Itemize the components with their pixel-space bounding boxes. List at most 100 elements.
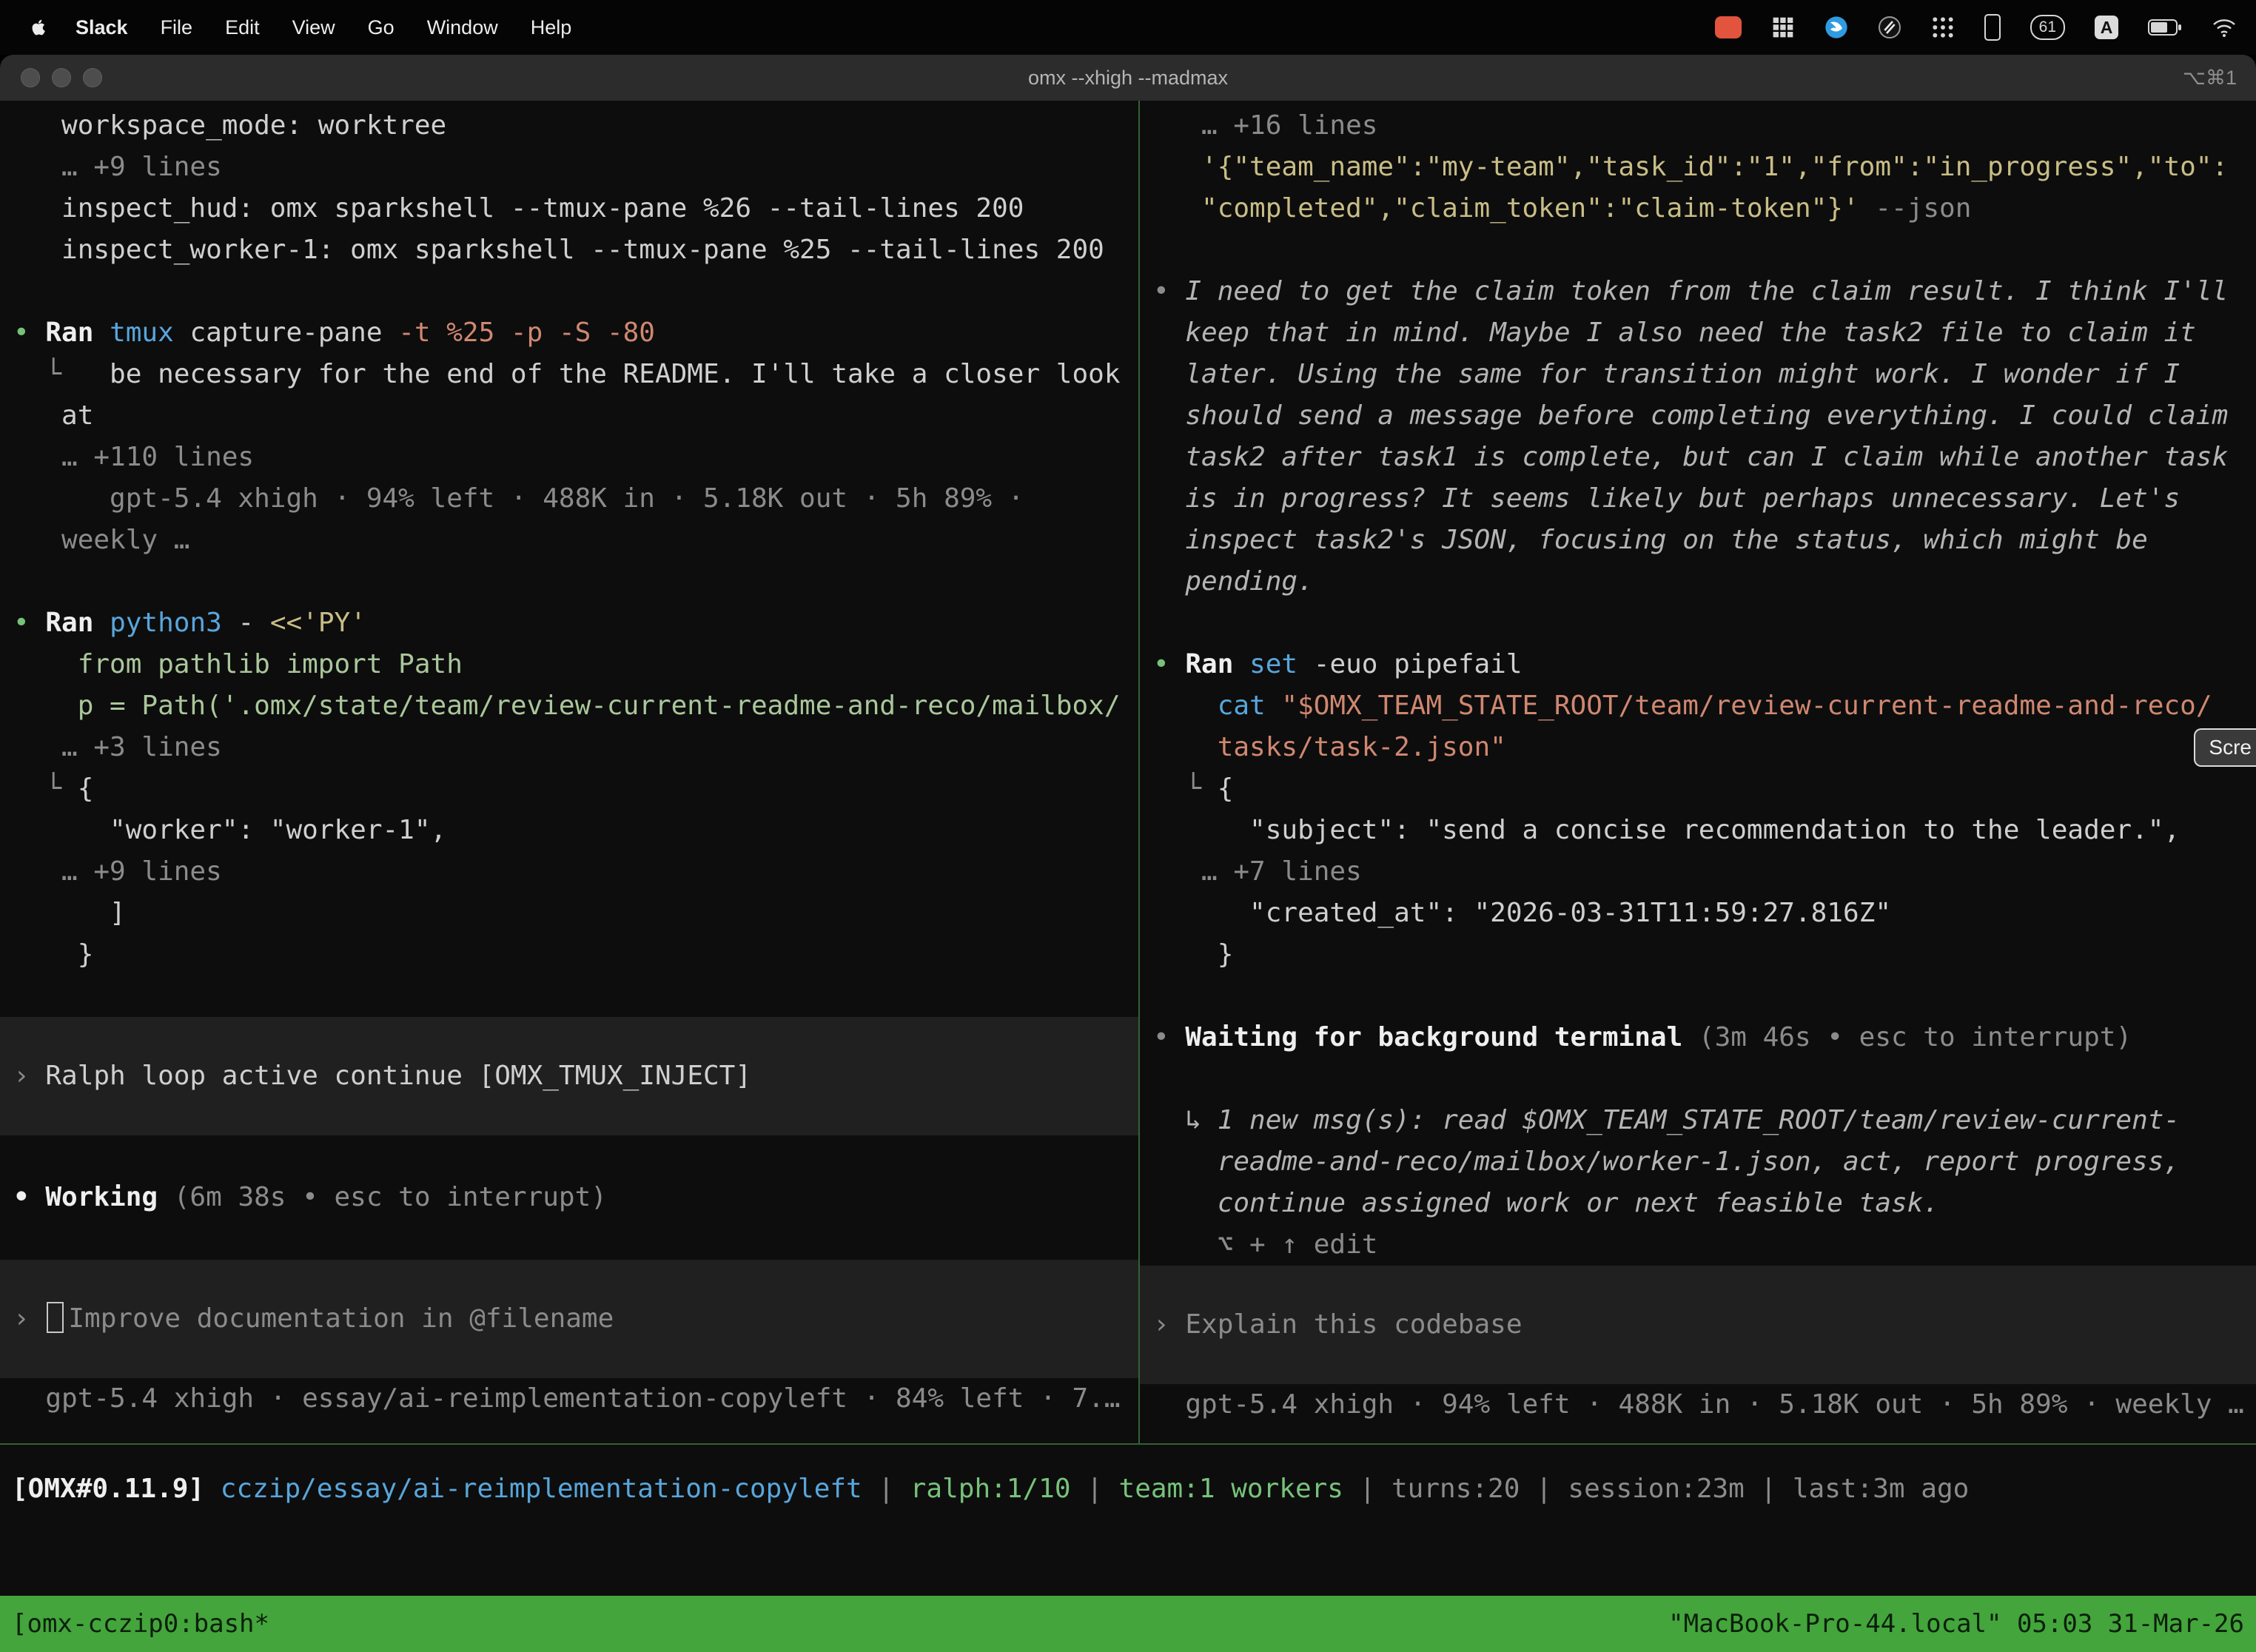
battery-percent-badge[interactable]: 61 <box>2030 15 2065 40</box>
menu-left: Slack FileEditViewGoWindowHelp <box>19 16 588 39</box>
terminal-line <box>13 976 1138 1017</box>
text-cursor <box>47 1302 64 1333</box>
menu-item-window[interactable]: Window <box>411 16 514 38</box>
menu-item-view[interactable]: View <box>276 16 352 38</box>
menu-item-go[interactable]: Go <box>352 16 411 38</box>
window-shortcut-hint: ⌥⌘1 <box>2183 67 2237 90</box>
terminal-line: … +3 lines <box>13 727 1138 768</box>
left-terminal-pane[interactable]: workspace_mode: worktree … +9 lines insp… <box>0 101 1138 1443</box>
terminal-line: └ { <box>1153 768 2256 810</box>
terminal-line: weekly … <box>13 520 1138 561</box>
terminal-line: p = Path('.omx/state/team/review-current… <box>13 685 1138 727</box>
menu-item-file[interactable]: File <box>144 16 209 38</box>
keyboard-grid-icon[interactable] <box>1771 16 1795 39</box>
terminal-line: … +9 lines <box>13 851 1138 893</box>
menu-items: FileEditViewGoWindowHelp <box>144 16 588 39</box>
terminal-line: } <box>13 934 1138 976</box>
dark-app-icon[interactable] <box>1878 16 1901 39</box>
screen-recording-indicator[interactable] <box>1715 16 1742 38</box>
terminal-line: › Explain this codebase <box>1153 1304 2256 1346</box>
menu-item-help[interactable]: Help <box>514 16 588 38</box>
wifi-icon[interactable] <box>2212 17 2237 38</box>
desktop: Slack FileEditViewGoWindowHelp 61 A <box>0 0 2256 1652</box>
terminal-line: keep that in mind. Maybe I also need the… <box>1153 312 2256 354</box>
terminal-line: tasks/task-2.json" <box>1153 727 2256 768</box>
terminal-line: workspace_mode: worktree <box>13 105 1138 147</box>
terminal-line: … +110 lines <box>13 437 1138 478</box>
terminal-line: • Ran python3 - <<'PY' <box>13 602 1138 644</box>
tmux-host-clock: "MacBook-Pro-44.local" 05:03 31-Mar-26 <box>1668 1603 2244 1645</box>
terminal-line <box>1153 602 2256 644</box>
terminal-line: … +9 lines <box>13 147 1138 188</box>
omx-status-line: [OMX#0.11.9] cczip/essay/ai-reimplementa… <box>0 1445 2256 1510</box>
terminal-line: from pathlib import Path <box>13 644 1138 685</box>
tmux-session-label[interactable]: [omx-cczip0:bash* <box>12 1603 269 1645</box>
terminal-line <box>1153 229 2256 271</box>
terminal-line: … +16 lines <box>1153 105 2256 147</box>
terminal-line <box>1153 976 2256 1017</box>
apple-menu-icon[interactable] <box>19 16 59 39</box>
terminal-line: • I need to get the claim token from the… <box>1153 271 2256 312</box>
ralph-loop-notice: › Ralph loop active continue [OMX_TMUX_I… <box>0 1017 1138 1135</box>
terminal-line: later. Using the same for transition mig… <box>1153 354 2256 395</box>
terminal-line: is in progress? It seems likely but perh… <box>1153 478 2256 520</box>
window-title-bar[interactable]: omx --xhigh --madmax ⌥⌘1 <box>0 55 2256 101</box>
menu-bar: Slack FileEditViewGoWindowHelp 61 A <box>0 0 2256 55</box>
terminal-window: omx --xhigh --madmax ⌥⌘1 workspace_mode:… <box>0 55 2256 1652</box>
terminal-line: task2 after task1 is complete, but can I… <box>1153 437 2256 478</box>
prompt-suggestion[interactable]: › Explain this codebase <box>1140 1266 2256 1384</box>
terminal-line: } <box>1153 934 2256 976</box>
terminal-line: inspect_hud: omx sparkshell --tmux-pane … <box>13 188 1138 229</box>
terminal-line: "subject": "send a concise recommendatio… <box>1153 810 2256 851</box>
terminal-line: cat "$OMX_TEAM_STATE_ROOT/team/review-cu… <box>1153 685 2256 727</box>
terminal-line: gpt-5.4 xhigh · 94% left · 488K in · 5.1… <box>13 478 1138 520</box>
close-button[interactable] <box>21 68 40 87</box>
device-icon[interactable] <box>1984 14 2001 41</box>
terminal-output: workspace_mode: worktree … +9 lines insp… <box>0 105 1138 1017</box>
menu-item-edit[interactable]: Edit <box>209 16 276 38</box>
terminal-content: workspace_mode: worktree … +9 lines insp… <box>0 101 2256 1652</box>
terminal-line: › Improve documentation in @filename <box>13 1298 1138 1340</box>
menu-status-icons: 61 A <box>1715 14 2237 41</box>
screen-share-overlay-badge[interactable]: Scre <box>2194 728 2256 767</box>
terminal-line: "created_at": "2026-03-31T11:59:27.816Z" <box>1153 893 2256 934</box>
terminal-line: inspect_worker-1: omx sparkshell --tmux-… <box>13 229 1138 271</box>
terminal-line: └ be necessary for the end of the README… <box>13 354 1138 395</box>
terminal-line: └ { <box>13 768 1138 810</box>
terminal-line <box>13 1218 1138 1260</box>
terminal-line: "worker": "worker-1", <box>13 810 1138 851</box>
terminal-line: • Ran set -euo pipefail <box>1153 644 2256 685</box>
menu-app-name[interactable]: Slack <box>59 16 144 39</box>
terminal-line: inspect task2's JSON, focusing on the st… <box>1153 520 2256 561</box>
terminal-line: • Ran tmux capture-pane -t %25 -p -S -80 <box>13 312 1138 354</box>
window-controls <box>21 68 102 87</box>
blue-app-icon[interactable] <box>1824 16 1848 39</box>
right-terminal-pane[interactable]: … +16 lines '{"team_name":"my-team","tas… <box>1140 101 2256 1443</box>
terminal-line: readme-and-reco/mailbox/worker-1.json, a… <box>1153 1141 2256 1183</box>
prompt-input[interactable]: › Improve documentation in @filename <box>0 1260 1138 1378</box>
terminal-line <box>13 561 1138 602</box>
terminal-line <box>13 271 1138 312</box>
zoom-button[interactable] <box>83 68 102 87</box>
terminal-line: › Ralph loop active continue [OMX_TMUX_I… <box>13 1055 1138 1097</box>
battery-icon[interactable] <box>2148 18 2182 37</box>
tmux-panes: workspace_mode: worktree … +9 lines insp… <box>0 101 2256 1443</box>
terminal-line: gpt-5.4 xhigh · essay/ai-reimplementatio… <box>13 1378 1138 1420</box>
terminal-line: ↳ 1 new msg(s): read $OMX_TEAM_STATE_ROO… <box>1153 1100 2256 1141</box>
terminal-line: should send a message before completing … <box>1153 395 2256 437</box>
terminal-line: '{"team_name":"my-team","task_id":"1","f… <box>1153 147 2256 188</box>
terminal-line: "completed","claim_token":"claim-token"}… <box>1153 188 2256 229</box>
dots-grid-icon[interactable] <box>1931 16 1955 39</box>
terminal-line: at <box>13 395 1138 437</box>
terminal-line: ⌥ + ↑ edit <box>1153 1224 2256 1266</box>
terminal-output: • Working (6m 38s • esc to interrupt) <box>0 1135 1138 1260</box>
terminal-line: pending. <box>1153 561 2256 602</box>
terminal-line <box>13 1135 1138 1177</box>
terminal-line: ] <box>13 893 1138 934</box>
terminal-line: • Waiting for background terminal (3m 46… <box>1153 1017 2256 1058</box>
terminal-line: • Working (6m 38s • esc to interrupt) <box>13 1177 1138 1218</box>
terminal-line <box>1153 1058 2256 1100</box>
input-source-icon[interactable]: A <box>2095 16 2118 39</box>
terminal-output: … +16 lines '{"team_name":"my-team","tas… <box>1140 105 2256 1266</box>
minimize-button[interactable] <box>52 68 71 87</box>
